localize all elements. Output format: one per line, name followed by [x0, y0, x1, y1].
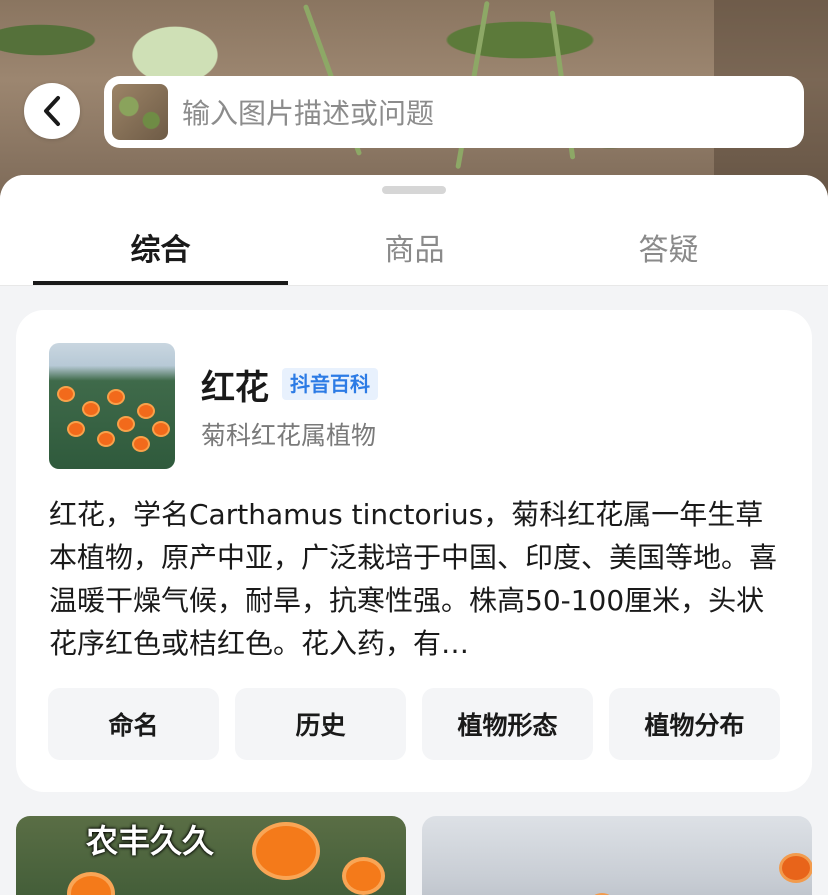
tab-comprehensive[interactable]: 综合 [33, 225, 288, 269]
tab-qa[interactable]: 答疑 [541, 225, 796, 269]
entry-subtitle: 菊科红花属植物 [201, 421, 377, 450]
encyclopedia-card[interactable]: 红花 抖音百科 菊科红花属植物 红花，学名Carthamus tinctoriu… [16, 310, 812, 792]
entry-description: 红花，学名Carthamus tinctorius，菊科红花属一年生草本植物，原… [49, 498, 778, 660]
active-tab-indicator [33, 281, 288, 285]
result-tile[interactable] [422, 816, 812, 895]
tab-products[interactable]: 商品 [287, 225, 542, 269]
chip-morphology[interactable]: 植物形态 [422, 688, 593, 760]
search-placeholder: 输入图片描述或问题 [182, 97, 435, 130]
chip-history[interactable]: 历史 [235, 688, 406, 760]
result-tile[interactable]: 农丰久久 [16, 816, 406, 895]
chevron-left-icon [44, 96, 60, 126]
tab-bar: 综合 商品 答疑 [0, 175, 828, 286]
chip-naming[interactable]: 命名 [48, 688, 219, 760]
tile-caption: 农丰久久 [86, 822, 215, 860]
entry-title: 红花 [201, 368, 269, 408]
back-button[interactable] [24, 83, 80, 139]
search-image-thumbnail[interactable] [112, 84, 168, 140]
chip-distribution[interactable]: 植物分布 [609, 688, 780, 760]
safflower-thumbnail [49, 343, 175, 469]
search-input[interactable]: 输入图片描述或问题 [104, 76, 804, 148]
source-badge: 抖音百科 [282, 368, 378, 400]
drag-handle[interactable] [382, 186, 446, 194]
results-sheet: 综合 商品 答疑 红花 抖音百科 菊科红花属植物 红花，学名Carthamus … [0, 175, 828, 895]
